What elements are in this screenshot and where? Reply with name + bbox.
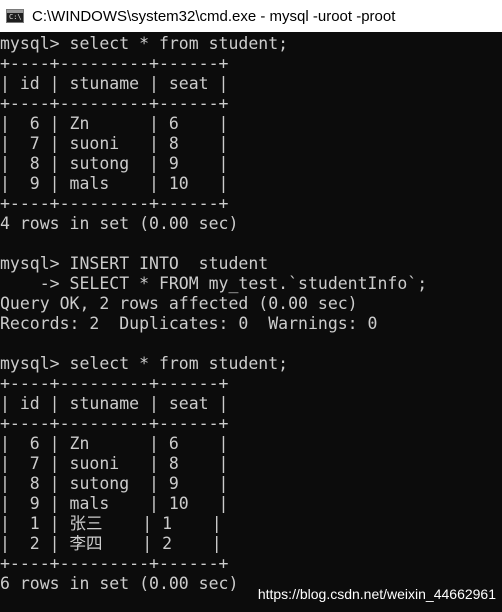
- console-line: +----+---------+------+: [0, 194, 229, 213]
- console-line: 6 rows in set (0.00 sec): [0, 574, 239, 593]
- console-line: | 2 | 李四 | 2 |: [0, 534, 222, 553]
- console-line: Query OK, 2 rows affected (0.00 sec): [0, 294, 358, 313]
- console-line: mysql> select * from student;: [0, 354, 289, 373]
- console-line: +----+---------+------+: [0, 54, 229, 73]
- console-line: | 8 | sutong | 9 |: [0, 474, 229, 493]
- console-line: | id | stuname | seat |: [0, 74, 229, 93]
- console-line: 4 rows in set (0.00 sec): [0, 214, 239, 233]
- console-line: | 7 | suoni | 8 |: [0, 454, 229, 473]
- watermark: https://blog.csdn.net/weixin_44662961: [257, 586, 496, 602]
- console-line: | 9 | mals | 10 |: [0, 174, 229, 193]
- console-line: | 8 | sutong | 9 |: [0, 154, 229, 173]
- window-title: C:\WINDOWS\system32\cmd.exe - mysql -uro…: [32, 7, 396, 25]
- console-line: +----+---------+------+: [0, 374, 229, 393]
- console-line: Records: 2 Duplicates: 0 Warnings: 0: [0, 314, 378, 333]
- console-line: | 6 | Zn | 6 |: [0, 434, 229, 453]
- console-line: +----+---------+------+: [0, 554, 229, 573]
- console-line: | 9 | mals | 10 |: [0, 494, 229, 513]
- console-output[interactable]: mysql> select * from student; +----+----…: [0, 32, 502, 612]
- console-line: | id | stuname | seat |: [0, 394, 229, 413]
- console-line: +----+---------+------+: [0, 414, 229, 433]
- console-line: | 7 | suoni | 8 |: [0, 134, 229, 153]
- cmd-icon: C:\: [6, 9, 24, 23]
- console-line: mysql> INSERT INTO student: [0, 254, 269, 273]
- console-line: -> SELECT * FROM my_test.`studentInfo`;: [0, 274, 428, 293]
- cmd-window: C:\ C:\WINDOWS\system32\cmd.exe - mysql …: [0, 0, 502, 612]
- console-line: mysql> select * from student;: [0, 34, 289, 53]
- console-line: +----+---------+------+: [0, 94, 229, 113]
- console-line: | 6 | Zn | 6 |: [0, 114, 229, 133]
- title-bar[interactable]: C:\ C:\WINDOWS\system32\cmd.exe - mysql …: [0, 0, 502, 32]
- console-line: | 1 | 张三 | 1 |: [0, 514, 222, 533]
